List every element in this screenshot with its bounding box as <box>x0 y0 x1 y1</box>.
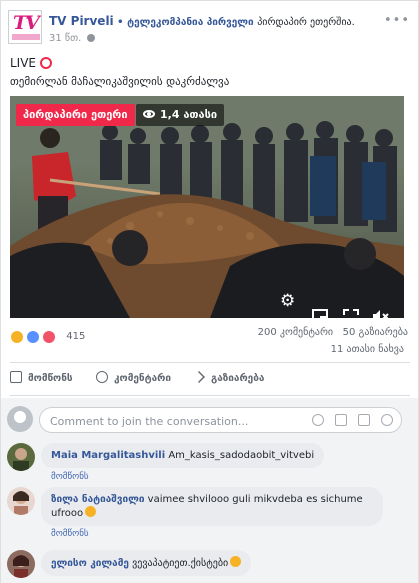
more-options-icon[interactable]: ••• <box>384 13 410 28</box>
avatar[interactable] <box>7 443 35 471</box>
gif-icon[interactable] <box>357 414 370 426</box>
comment-like-link[interactable]: მომწონს <box>51 472 89 482</box>
comment-bubble: ელისო კილამე ვევაპატიეთ.ქისტები <box>41 550 252 576</box>
comment-composer[interactable] <box>39 407 402 433</box>
like-button-label: მომწონს <box>28 373 73 384</box>
comment-button-label: კომენტარი <box>114 373 172 384</box>
like-button[interactable]: მომწონს <box>10 371 73 384</box>
speech-bubble-icon <box>96 371 108 383</box>
current-user-avatar <box>7 406 33 432</box>
eye-icon <box>143 110 155 118</box>
gear-icon[interactable]: ⚙ <box>280 293 295 310</box>
share-button-label: გაზიარება <box>211 373 265 384</box>
globe-icon <box>87 34 96 42</box>
post-action-text: პირდაპირ ეთერშია. <box>257 17 355 28</box>
live-label: LIVE <box>10 56 37 70</box>
author-separator: • <box>117 17 124 28</box>
comment-author[interactable]: ზილა ნატიაშვილი <box>51 494 144 505</box>
crying-emoji-icon <box>85 506 97 517</box>
comment-input[interactable] <box>50 413 320 429</box>
comment-like-link[interactable]: მომწონს <box>51 529 89 539</box>
comment-button[interactable]: კომენტარი <box>96 371 171 384</box>
viewer-count-value: 1,4 ათასი <box>160 108 218 121</box>
divider <box>10 395 410 396</box>
sticker-icon[interactable] <box>381 414 393 426</box>
live-circle-icon <box>40 57 53 69</box>
post-meta: 31 წთ. <box>49 33 96 44</box>
reaction-count: 415 <box>66 331 86 342</box>
viewer-count: 1,4 ათასი <box>136 104 225 126</box>
post-card: TV TV Pirveli • ტელეკომპანია პირველი პირ… <box>0 0 419 583</box>
camera-icon[interactable] <box>334 414 347 426</box>
post-timestamp[interactable]: 31 წთ. <box>49 33 81 44</box>
composer-tools <box>306 414 393 428</box>
like-reaction-icon <box>26 329 41 344</box>
comment-author[interactable]: Maia Margalitashvili <box>51 450 165 461</box>
shares-count-link[interactable]: 50 გაზიარება <box>343 327 408 338</box>
page-name-link[interactable]: TV Pirveli <box>49 14 114 28</box>
divider <box>10 362 410 363</box>
comment-bubble: Maia Margalitashvili Am_kasis_sadodaobit… <box>41 443 325 468</box>
comment-author[interactable]: ელისო კილამე <box>51 558 129 569</box>
post-caption: თემირლან მაჩალიკაშვილის დაკრძალვა <box>10 75 230 88</box>
with-page-link[interactable]: ტელეკომპანია პირველი <box>127 17 254 28</box>
tv-pirveli-logo: TV <box>13 12 40 34</box>
live-video-player[interactable]: პირდაპირი ეთერი 1,4 ათასი ⚙ <box>10 96 404 318</box>
comments-count-link[interactable]: 200 კომენტარი <box>258 327 334 338</box>
share-button[interactable]: გაზიარება <box>193 371 264 384</box>
logo-strip <box>12 34 40 40</box>
comment-bubble: ზილა ნატიაშვილი vaimee shvilooo guli mik… <box>41 487 383 526</box>
live-badge: პირდაპირი ეთერი <box>16 104 135 126</box>
page-avatar[interactable]: TV <box>8 10 42 44</box>
live-indicator: LIVE <box>10 56 53 70</box>
post-author-line: TV Pirveli • ტელეკომპანია პირველი პირდაპ… <box>49 14 413 28</box>
comments-section: Maia Margalitashvili Am_kasis_sadodaobit… <box>1 398 418 583</box>
emoji-icon[interactable] <box>311 414 324 426</box>
engagement-counts: 200 კომენტარი 50 გაზიარება <box>258 327 408 338</box>
smirk-emoji-icon <box>230 556 242 567</box>
share-arrow-icon <box>193 371 205 383</box>
love-reaction-icon <box>42 329 57 344</box>
sad-reaction-icon <box>10 329 24 344</box>
action-bar: მომწონს კომენტარი გაზიარება <box>10 368 410 390</box>
comment-text: Am_kasis_sadodaobit_vitvebi <box>168 450 315 461</box>
video-controls: ⚙ <box>10 284 404 318</box>
comment-text: ვევაპატიეთ.ქისტები <box>132 558 229 569</box>
reaction-summary[interactable]: 415 <box>10 326 86 344</box>
post-header: TV TV Pirveli • ტელეკომპანია პირველი პირ… <box>8 7 413 47</box>
avatar[interactable] <box>7 487 35 515</box>
thumbs-up-icon <box>10 371 22 383</box>
avatar[interactable] <box>7 550 35 578</box>
view-count: 11 ათასი ნახვა <box>330 344 404 355</box>
